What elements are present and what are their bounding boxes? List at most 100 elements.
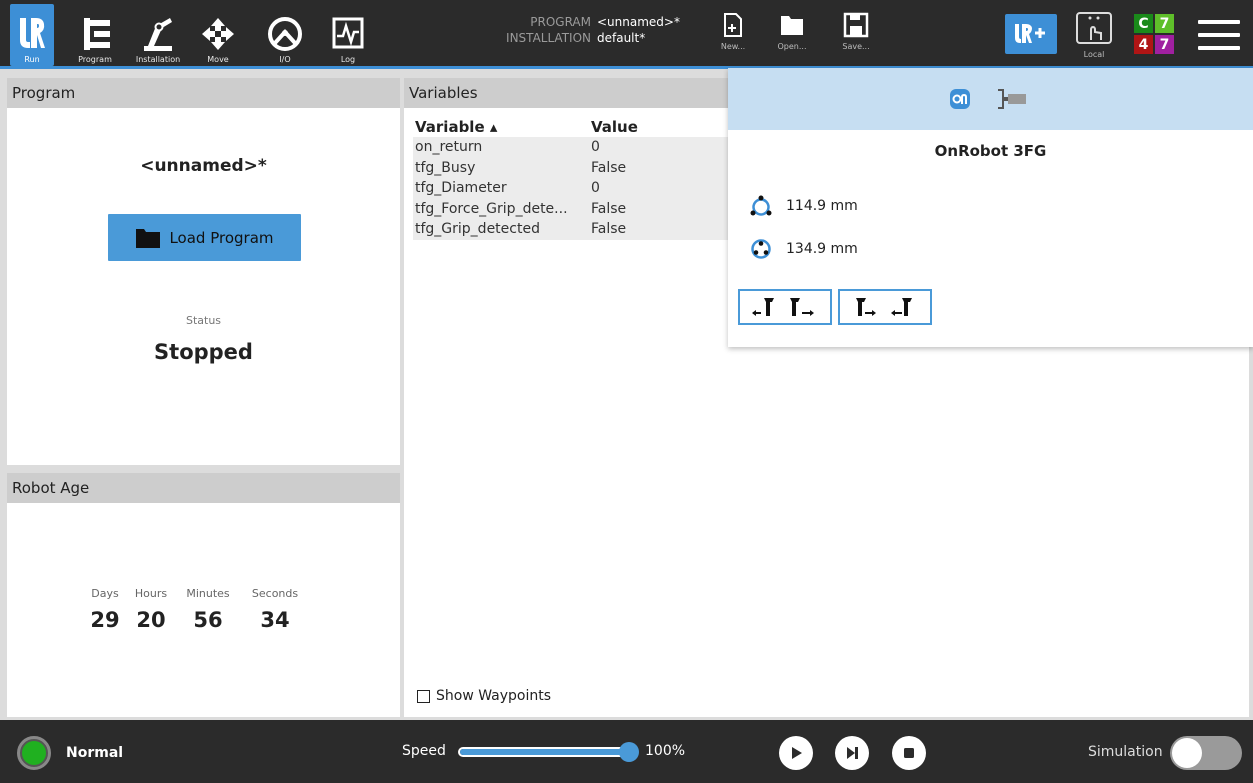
tab-installation[interactable]: Installation [128,4,188,66]
show-waypoints-checkbox[interactable]: Show Waypoints [417,688,551,704]
table-row[interactable]: tfg_Diameter 0 [413,178,733,199]
local-label: Local [1083,50,1105,59]
variable-name: tfg_Grip_detected [415,221,540,238]
column-header-value[interactable]: Value [589,118,733,136]
internal-diameter-row: 134.9 mm [750,238,858,260]
program-key: PROGRAM [530,15,591,29]
program-value: <unnamed>* [597,15,680,29]
save-label: Save... [842,42,870,51]
speed-slider-fill [460,749,629,755]
top-bar: Run Program Installation Move I/O Log PR… [0,0,1253,69]
variable-value: 0 [591,139,600,156]
onrobot-logo-icon[interactable] [949,88,971,110]
gripper-icon[interactable] [996,86,1030,112]
installation-key: INSTALLATION [506,31,591,45]
new-button[interactable]: New... [713,12,753,51]
load-program-button[interactable]: Load Program [108,214,301,261]
variables-table-header: Variable ▴ Value [413,116,733,137]
internal-grip-button[interactable] [838,289,932,325]
robot-age-panel: Robot Age Days 29 Hours 20 Minutes 56 Se… [7,473,400,717]
step-button[interactable] [835,736,869,770]
variable-value: False [591,200,627,217]
new-file-icon [724,13,742,37]
save-button[interactable]: Save... [836,12,876,51]
tab-run[interactable]: Run [10,4,54,66]
speed-slider-handle[interactable] [619,742,639,762]
tab-installation-label: Installation [135,55,181,64]
urcaps-toolbar-button[interactable] [1005,14,1057,54]
variable-name: tfg_Force_Grip_dete... [415,200,568,217]
checksum-cell: 7 [1155,35,1174,54]
program-panel: Program <unnamed>* Load Program Status S… [7,78,400,465]
external-grip-button[interactable] [738,289,832,325]
variable-value: 0 [591,180,600,197]
variable-name: tfg_Diameter [415,180,507,197]
speed-slider[interactable] [458,747,631,757]
variable-name: on_return [415,139,483,156]
checksum-cell: 7 [1155,14,1174,33]
ur-logo-icon [20,18,45,48]
play-button[interactable] [779,736,813,770]
play-icon [792,747,802,759]
tab-log[interactable]: Log [328,4,368,66]
step-icon [847,747,858,759]
stop-button[interactable] [892,736,926,770]
variable-value: False [591,159,627,176]
tab-program-label: Program [78,55,112,64]
ur-plus-icon [1015,24,1045,43]
save-disk-icon [843,12,869,38]
footer-bar: Normal Speed 100% Simulation [0,720,1253,783]
local-control-button[interactable]: Local [1072,10,1116,66]
folder-icon [781,16,803,35]
age-unit-value: 34 [260,608,290,632]
internal-diameter-value: 134.9 mm [786,241,858,257]
program-info: PROGRAM <unnamed>* INSTALLATION default* [470,14,680,46]
safety-checksum-grid[interactable]: C 7 4 7 [1134,14,1174,54]
external-diameter-value: 114.9 mm [786,198,858,214]
open-button[interactable]: Open... [772,12,812,51]
age-unit-value: 20 [136,608,166,632]
internal-grip-icon [856,298,912,316]
robot-age-counters: Days 29 Hours 20 Minutes 56 Seconds 34 [83,587,309,632]
age-unit-label: Seconds [251,587,299,600]
tab-io[interactable]: I/O [265,4,305,66]
new-label: New... [720,42,746,51]
robot-mode-text[interactable]: Normal [66,745,123,761]
robot-arm-icon [144,18,172,51]
log-chart-icon [332,17,364,49]
tab-move[interactable]: Move [198,4,238,66]
table-row[interactable]: tfg_Force_Grip_dete... False [413,198,733,219]
checksum-cell: 4 [1134,35,1153,54]
external-diameter-icon [750,195,772,216]
table-row[interactable]: on_return 0 [413,137,733,158]
load-program-label: Load Program [169,228,274,247]
checkbox-box[interactable] [417,689,430,703]
tab-move-label: Move [207,55,229,64]
io-gauge-icon [268,17,302,51]
table-row[interactable]: tfg_Grip_detected False [413,219,733,240]
age-days: Days 29 [83,587,127,632]
onrobot-3fg-popover: OnRobot 3FG 114.9 mm 134.9 mm [728,68,1253,347]
tab-io-label: I/O [279,55,291,64]
simulation-label: Simulation [1088,744,1163,760]
age-hours: Hours 20 [127,587,175,632]
checksum-cell: C [1134,14,1153,33]
age-unit-label: Hours [134,587,168,600]
internal-diameter-icon [751,239,771,259]
folder-icon [136,228,161,248]
stop-icon [904,748,914,758]
simulation-toggle[interactable] [1170,736,1242,770]
show-waypoints-label: Show Waypoints [436,688,552,704]
variable-name: tfg_Busy [415,159,476,176]
status-label: Status [185,314,222,327]
external-diameter-row: 114.9 mm [750,195,858,217]
move-arrows-icon [202,18,234,50]
onrobot-title: OnRobot 3FG [934,142,1047,160]
age-minutes: Minutes 56 [175,587,241,632]
column-header-variable[interactable]: Variable ▴ [413,118,589,136]
tab-log-label: Log [340,55,356,64]
hamburger-menu-icon[interactable] [1198,20,1240,50]
table-row[interactable]: tfg_Busy False [413,157,733,178]
robot-status-led-icon[interactable] [17,736,51,770]
tab-program[interactable]: Program [70,4,120,66]
